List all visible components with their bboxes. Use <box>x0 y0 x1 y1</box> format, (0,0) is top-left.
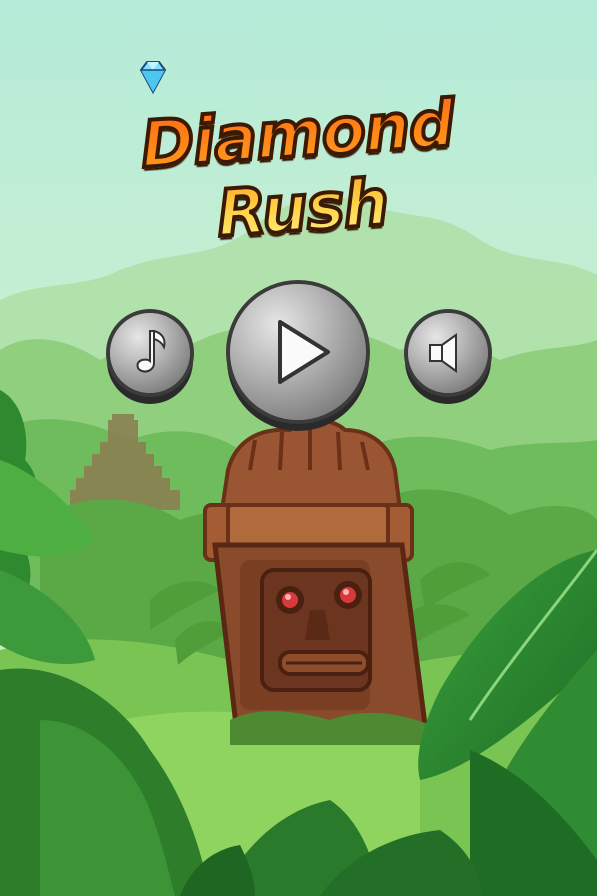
totem <box>203 418 430 745</box>
music-note-icon <box>136 329 166 373</box>
diamond-icon <box>139 61 167 94</box>
play-icon <box>278 320 330 384</box>
music-button[interactable] <box>110 313 190 393</box>
game-logo: Diamond Rush Diamond Rush <box>70 60 530 256</box>
sound-button[interactable] <box>408 313 488 393</box>
speaker-icon <box>429 333 457 373</box>
play-button[interactable] <box>230 284 366 420</box>
